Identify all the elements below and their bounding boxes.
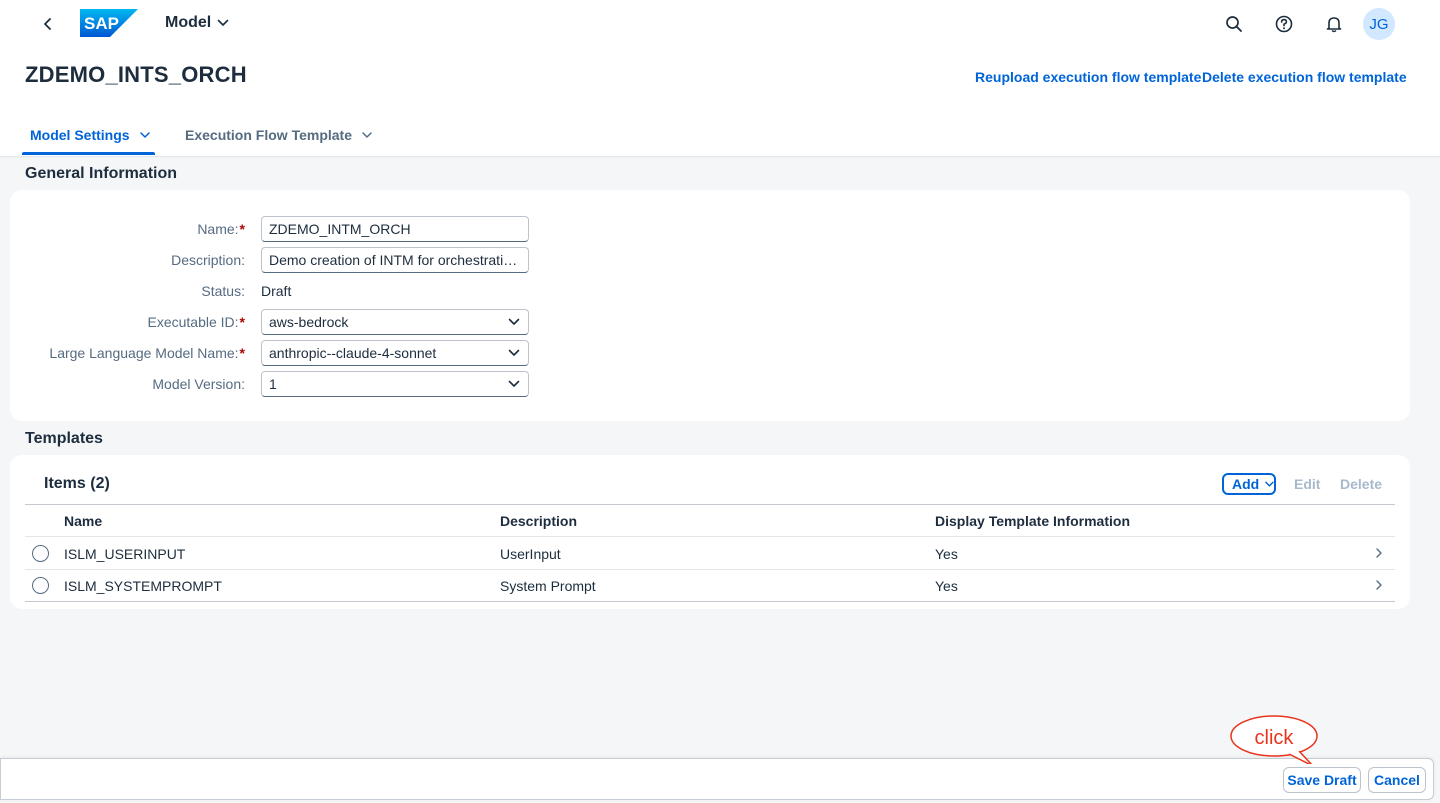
tab-label: Execution Flow Template (185, 127, 352, 143)
app-title: Model (165, 14, 212, 31)
cell-description: UserInput (500, 546, 561, 562)
reupload-template-link[interactable]: Reupload execution flow template (975, 69, 1201, 85)
chevron-down-icon (1265, 481, 1274, 487)
back-button[interactable] (38, 14, 58, 34)
chevron-down-icon (139, 131, 150, 138)
footer-bar (0, 758, 1434, 800)
user-avatar[interactable]: JG (1363, 8, 1395, 40)
cell-display: Yes (935, 546, 958, 562)
svg-text:SAP: SAP (84, 14, 119, 33)
notifications-button[interactable] (1322, 12, 1346, 36)
cancel-button[interactable]: Cancel (1368, 767, 1426, 793)
required-marker: * (239, 314, 245, 330)
chevron-down-icon (217, 19, 229, 26)
table-row[interactable] (25, 537, 1395, 569)
cell-description: System Prompt (500, 578, 596, 594)
table-header-top-border (25, 504, 1395, 505)
model-version-select[interactable]: 1 (261, 371, 529, 397)
save-draft-button[interactable]: Save Draft (1283, 767, 1361, 793)
table-title: Items (2) (44, 475, 110, 492)
active-tab-indicator (22, 152, 155, 155)
table-bottom-border (25, 601, 1395, 602)
table-row[interactable] (25, 570, 1395, 602)
column-header-name: Name (64, 513, 103, 529)
tab-execution-flow-template[interactable]: Execution Flow Template (185, 127, 372, 143)
shell-bar: SAP Model JG (0, 0, 1440, 48)
add-button[interactable]: Add (1222, 473, 1276, 495)
search-icon (1226, 16, 1242, 32)
model-version-value: 1 (269, 376, 277, 392)
object-header: ZDEMO_INTS_ORCH Reupload execution flow … (0, 48, 1440, 156)
page-title: ZDEMO_INTS_ORCH (25, 62, 247, 87)
delete-button[interactable]: Delete (1340, 473, 1382, 495)
cell-display: Yes (935, 578, 958, 594)
edit-button[interactable]: Edit (1294, 473, 1320, 495)
name-label: Name:* (197, 221, 245, 237)
cell-name: ISLM_USERINPUT (64, 546, 186, 562)
description-label: Description: (171, 252, 245, 268)
description-input[interactable]: Demo creation of INTM for orchestration.… (261, 247, 529, 273)
sap-logo: SAP (80, 9, 138, 37)
required-marker: * (239, 221, 245, 237)
llm-name-select[interactable]: anthropic--claude-4-sonnet (261, 340, 529, 366)
help-icon (1275, 15, 1293, 33)
column-header-display: Display Template Information (935, 513, 1130, 529)
chevron-down-icon (508, 318, 520, 325)
executable-id-value: aws-bedrock (269, 314, 349, 330)
row-select-radio[interactable] (32, 577, 49, 594)
cell-name: ISLM_SYSTEMPROMPT (64, 578, 222, 594)
llm-name-label: Large Language Model Name:* (49, 345, 245, 361)
status-value: Draft (261, 283, 292, 299)
chevron-right-icon[interactable] (1374, 579, 1384, 591)
add-label: Add (1232, 476, 1260, 492)
tab-model-settings[interactable]: Model Settings (30, 127, 150, 143)
llm-name-value: anthropic--claude-4-sonnet (269, 345, 437, 361)
chevron-down-icon (508, 349, 520, 356)
tab-label: Model Settings (30, 127, 130, 143)
templates-title: Templates (25, 430, 103, 447)
column-header-description: Description (500, 513, 578, 529)
chevron-down-icon (362, 131, 372, 138)
back-icon (44, 18, 51, 30)
search-button[interactable] (1222, 12, 1246, 36)
general-info-title: General Information (25, 165, 178, 182)
help-button[interactable] (1272, 12, 1296, 36)
app-title-menu[interactable]: Model (165, 14, 229, 32)
executable-id-select[interactable]: aws-bedrock (261, 309, 529, 335)
name-input[interactable]: ZDEMO_INTM_ORCH (261, 216, 529, 242)
status-label: Status: (201, 283, 245, 299)
required-marker: * (239, 345, 245, 361)
row-select-radio[interactable] (32, 545, 49, 562)
notifications-icon (1326, 17, 1342, 33)
executable-id-label: Executable ID:* (147, 314, 245, 330)
header-divider (0, 156, 1440, 158)
model-version-label: Model Version: (152, 376, 245, 392)
delete-template-link[interactable]: Delete execution flow template (1202, 69, 1407, 85)
chevron-right-icon[interactable] (1374, 547, 1384, 559)
chevron-down-icon (508, 380, 520, 387)
click-annotation-text: click (1254, 727, 1294, 749)
